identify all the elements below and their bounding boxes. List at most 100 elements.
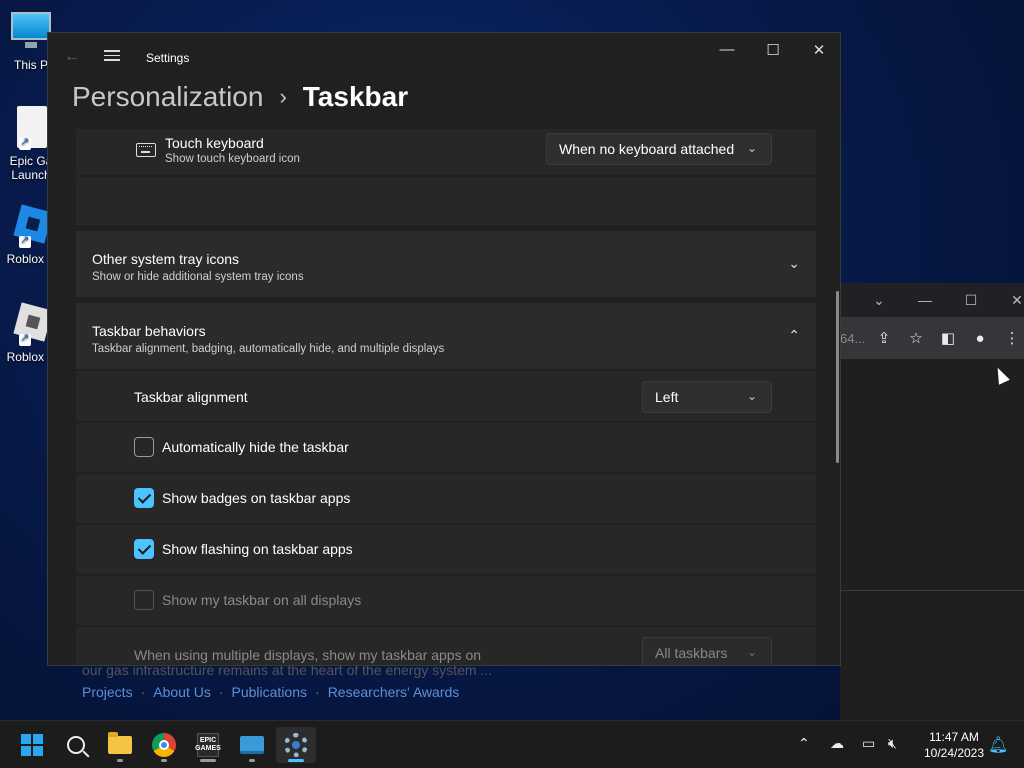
close-button[interactable]: ✕ <box>796 41 840 59</box>
settings-scroll-area[interactable]: Touch keyboard Show touch keyboard icon … <box>76 129 818 665</box>
badges-checkbox[interactable] <box>134 488 154 508</box>
page-title: Taskbar <box>302 81 409 112</box>
breadcrumb: Personalization › Taskbar <box>72 81 408 113</box>
settings-titlebar: ← Settings — ☐ ✕ <box>48 33 840 83</box>
chrome-icon <box>152 733 176 757</box>
touch-keyboard-row: Touch keyboard Show touch keyboard icon … <box>76 129 816 175</box>
clock-date: 10/24/2023 <box>923 746 985 760</box>
windows-logo-icon <box>21 734 43 756</box>
show-hidden-icons-button[interactable]: ⌃ <box>798 735 810 752</box>
auto-hide-checkbox[interactable] <box>134 437 154 457</box>
epic-games-button[interactable]: EPIC GAMES <box>188 727 228 763</box>
file-explorer-button[interactable] <box>100 727 140 763</box>
browser-titlebar: ⌄ — ☐ ✕ <box>840 283 1024 317</box>
link-researchers-awards[interactable]: Researchers' Awards <box>328 684 460 700</box>
touch-keyboard-dropdown[interactable]: When no keyboard attached ⌄ <box>546 133 772 165</box>
dropdown-value: All taskbars <box>655 645 728 661</box>
content-divider <box>840 590 1024 591</box>
network-icon[interactable]: ▭ <box>862 735 875 752</box>
all-displays-checkbox[interactable] <box>134 590 154 610</box>
active-indicator <box>288 759 304 762</box>
maximize-icon[interactable]: ☐ <box>948 292 994 309</box>
dropdown-value: Left <box>655 389 679 405</box>
chevron-down-icon: ⌄ <box>788 255 800 271</box>
settings-taskbar-button[interactable] <box>276 727 316 763</box>
multi-display-row: When using multiple displays, show my ta… <box>76 627 816 665</box>
remote-desktop-button[interactable] <box>232 727 272 763</box>
settings-window[interactable]: ← Settings — ☐ ✕ Personalization › Taskb… <box>47 32 841 666</box>
share-icon[interactable]: ⇪ <box>868 329 900 347</box>
link-about-us[interactable]: About Us <box>153 684 211 700</box>
keyboard-icon <box>136 143 156 157</box>
minimize-icon[interactable]: — <box>902 292 948 308</box>
taskbar-alignment-row: Taskbar alignment Left ⌄ <box>76 371 816 421</box>
browser-window[interactable]: ⌄ — ☐ ✕ 64... ⇪ ☆ ◧ ● ⋮ <box>840 283 1024 720</box>
close-icon[interactable]: ✕ <box>994 292 1024 309</box>
start-button[interactable] <box>12 727 52 763</box>
more-menu-icon[interactable]: ⋮ <box>996 329 1024 347</box>
taskbar-behaviors-subtitle: Taskbar alignment, badging, automaticall… <box>92 343 445 355</box>
browser-content <box>840 359 1024 720</box>
side-panel-icon[interactable]: ◧ <box>932 329 964 347</box>
hamburger-menu-icon[interactable] <box>104 47 120 63</box>
touch-keyboard-subtitle: Show touch keyboard icon <box>165 153 300 165</box>
auto-hide-label: Automatically hide the taskbar <box>162 439 349 455</box>
maximize-button[interactable]: ☐ <box>750 41 796 59</box>
taskbar-alignment-dropdown[interactable]: Left ⌄ <box>642 381 772 413</box>
volume-muted-icon[interactable]: 🔇︎ <box>888 735 897 752</box>
running-indicator <box>117 759 123 762</box>
breadcrumb-parent[interactable]: Personalization <box>72 81 263 113</box>
badges-row: Show badges on taskbar apps <box>76 474 816 523</box>
chevron-down-icon: ⌄ <box>746 141 757 155</box>
address-bar[interactable]: 64... <box>840 331 868 346</box>
vertical-scrollbar[interactable] <box>836 291 839 463</box>
shortcut-arrow-icon <box>19 233 31 248</box>
breadcrumb-separator: › <box>279 84 287 109</box>
notification-bell-icon[interactable]: 🔔︎ <box>988 735 1008 755</box>
folder-icon <box>108 732 132 754</box>
taskbar-behaviors-expander[interactable]: Taskbar behaviors Taskbar alignment, bad… <box>76 303 816 369</box>
clock[interactable]: 11:47 AM 10/24/2023 <box>914 729 994 761</box>
badges-label: Show badges on taskbar apps <box>162 490 351 506</box>
other-tray-subtitle: Show or hide additional system tray icon… <box>92 271 304 283</box>
chevron-up-icon: ⌃ <box>788 327 800 343</box>
shortcut-arrow-icon <box>19 331 31 346</box>
onedrive-icon[interactable]: ☁ <box>830 735 844 752</box>
running-indicator <box>200 759 216 762</box>
all-displays-row: Show my taskbar on all displays <box>76 576 816 625</box>
link-projects[interactable]: Projects <box>82 684 133 700</box>
taskbar-alignment-label: Taskbar alignment <box>134 389 248 405</box>
tab-search-icon[interactable]: ⌄ <box>856 292 902 309</box>
multi-display-label: When using multiple displays, show my ta… <box>134 647 482 663</box>
dropdown-value: When no keyboard attached <box>559 141 735 157</box>
empty-row <box>76 177 816 225</box>
chevron-down-icon: ⌄ <box>746 389 757 403</box>
search-icon <box>67 736 85 754</box>
auto-hide-row: Automatically hide the taskbar <box>76 423 816 472</box>
app-title: Settings <box>146 51 190 65</box>
chevron-down-icon: ⌄ <box>746 645 757 659</box>
multi-display-dropdown[interactable]: All taskbars ⌄ <box>642 637 772 665</box>
other-tray-title: Other system tray icons <box>92 251 240 267</box>
shortcut-arrow-icon <box>19 135 31 150</box>
browser-toolbar: 64... ⇪ ☆ ◧ ● ⋮ <box>840 317 1024 359</box>
other-tray-icons-expander[interactable]: Other system tray icons Show or hide add… <box>76 231 816 297</box>
taskbar-behaviors-title: Taskbar behaviors <box>92 323 206 339</box>
flashing-row: Show flashing on taskbar apps <box>76 525 816 574</box>
back-arrow-icon[interactable]: ← <box>64 48 80 66</box>
profile-icon[interactable]: ● <box>964 330 996 347</box>
star-icon[interactable]: ☆ <box>900 329 932 347</box>
running-indicator <box>249 759 255 762</box>
search-button[interactable] <box>56 727 96 763</box>
link-separator: · <box>315 684 320 700</box>
link-separator: · <box>218 684 224 700</box>
all-displays-label: Show my taskbar on all displays <box>162 592 362 608</box>
page-links: Projects · About Us · Publications · Researche… <box>82 684 467 700</box>
minimize-button[interactable]: — <box>704 41 750 58</box>
remote-desktop-icon <box>240 736 264 754</box>
flashing-checkbox[interactable] <box>134 539 154 559</box>
gear-icon <box>284 733 308 757</box>
link-publications[interactable]: Publications <box>232 684 308 700</box>
clock-time: 11:47 AM <box>929 730 979 744</box>
chrome-button[interactable] <box>144 727 184 763</box>
